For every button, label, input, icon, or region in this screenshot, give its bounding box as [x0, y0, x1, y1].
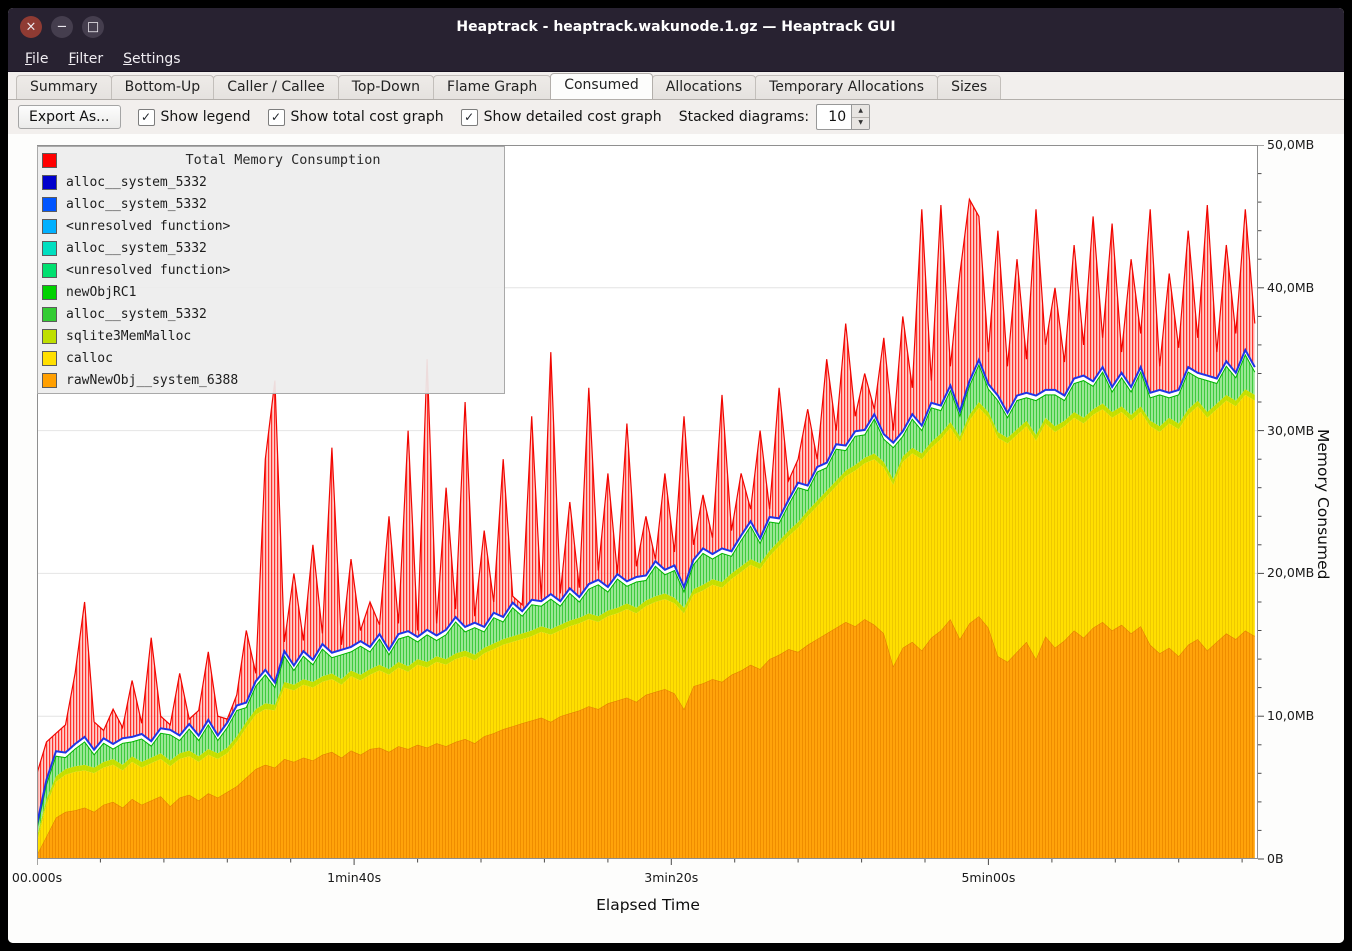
- legend-swatch: [42, 219, 57, 234]
- chevron-down-icon: ▼: [858, 120, 863, 126]
- stacked-diagrams-value[interactable]: 10: [817, 105, 851, 129]
- legend-swatch: [42, 351, 57, 366]
- legend-item: alloc__system_5332: [42, 193, 500, 215]
- chart-area: Total Memory Consumption alloc__system_5…: [8, 134, 1344, 943]
- tab-caller-callee[interactable]: Caller / Callee: [213, 75, 338, 99]
- close-button[interactable]: ×: [20, 16, 42, 38]
- show-detailed-cost-checkbox[interactable]: ✓ Show detailed cost graph: [461, 109, 662, 126]
- checkbox-check-icon: ✓: [268, 109, 285, 126]
- legend-swatch: [42, 329, 57, 344]
- legend-title: Total Memory Consumption: [66, 152, 500, 168]
- stacked-diagrams-group: Stacked diagrams: 10 ▲ ▼: [679, 104, 870, 130]
- menu-filter[interactable]: Filter: [59, 49, 112, 69]
- heaptrack-window: × − □ Heaptrack - heaptrack.wakunode.1.g…: [0, 0, 1352, 951]
- y-axis-tick-label: 50,0MB: [1267, 137, 1314, 152]
- checkbox-check-icon: ✓: [138, 109, 155, 126]
- export-as-button[interactable]: Export As...: [18, 105, 121, 129]
- window-title: Heaptrack - heaptrack.wakunode.1.gz — He…: [456, 19, 895, 35]
- x-axis-tick-label: 5min00s: [961, 870, 1015, 885]
- x-axis-tick-label: 00.000s: [12, 870, 62, 885]
- legend-swatch: [42, 197, 57, 212]
- legend-swatch: [42, 263, 57, 278]
- legend-item: <unresolved function>: [42, 259, 500, 281]
- x-axis-tick-label: 1min40s: [327, 870, 381, 885]
- legend-item: sqlite3MemMalloc: [42, 325, 500, 347]
- window-controls: × − □: [20, 8, 104, 46]
- titlebar[interactable]: × − □ Heaptrack - heaptrack.wakunode.1.g…: [8, 8, 1344, 46]
- chevron-up-icon: ▲: [858, 108, 863, 114]
- y-axis-tick-label: 40,0MB: [1267, 280, 1314, 295]
- show-total-cost-label: Show total cost graph: [291, 109, 444, 125]
- minimize-button[interactable]: −: [51, 16, 73, 38]
- legend-item: rawNewObj__system_6388: [42, 369, 500, 391]
- toolbar: Export As... ✓ Show legend ✓ Show total …: [8, 100, 1344, 134]
- menu-settings[interactable]: Settings: [114, 49, 189, 69]
- x-axis-title: Elapsed Time: [596, 896, 700, 914]
- legend-item: <unresolved function>: [42, 215, 500, 237]
- legend-item: alloc__system_5332: [42, 237, 500, 259]
- y-axis-tick-label: 30,0MB: [1267, 423, 1314, 438]
- tab-top-down[interactable]: Top-Down: [338, 75, 434, 99]
- spin-buttons: ▲ ▼: [851, 105, 869, 129]
- window-frame: × − □ Heaptrack - heaptrack.wakunode.1.g…: [8, 8, 1344, 943]
- checkbox-check-icon: ✓: [461, 109, 478, 126]
- tab-consumed[interactable]: Consumed: [550, 73, 653, 99]
- menubar: File Filter Settings: [8, 46, 1344, 72]
- tab-allocations[interactable]: Allocations: [652, 75, 756, 99]
- show-legend-checkbox[interactable]: ✓ Show legend: [138, 109, 251, 126]
- legend-swatch: [42, 285, 57, 300]
- show-detailed-cost-label: Show detailed cost graph: [484, 109, 662, 125]
- tab-flame-graph[interactable]: Flame Graph: [433, 75, 551, 99]
- legend-swatch-total: [42, 153, 57, 168]
- x-axis-tick-label: 3min20s: [644, 870, 698, 885]
- chart-legend: Total Memory Consumption alloc__system_5…: [37, 146, 505, 394]
- y-axis-tick-label: 20,0MB: [1267, 565, 1314, 580]
- show-legend-label: Show legend: [161, 109, 251, 125]
- stacked-diagrams-spinbox[interactable]: 10 ▲ ▼: [816, 104, 870, 130]
- legend-swatch: [42, 373, 57, 388]
- legend-swatch: [42, 307, 57, 322]
- minimize-icon: −: [57, 20, 68, 33]
- legend-swatch: [42, 241, 57, 256]
- y-axis-tick-label: 10,0MB: [1267, 708, 1314, 723]
- tabbar: Summary Bottom-Up Caller / Callee Top-Do…: [8, 72, 1344, 100]
- close-icon: ×: [26, 20, 37, 33]
- maximize-icon: □: [87, 20, 99, 33]
- maximize-button[interactable]: □: [82, 16, 104, 38]
- y-axis-tick-label: 0B: [1267, 851, 1284, 866]
- tab-bottom-up[interactable]: Bottom-Up: [111, 75, 215, 99]
- legend-item: alloc__system_5332: [42, 303, 500, 325]
- stacked-diagrams-label: Stacked diagrams:: [679, 109, 809, 125]
- tab-temporary-allocations[interactable]: Temporary Allocations: [755, 75, 938, 99]
- legend-title-row: Total Memory Consumption: [42, 149, 500, 171]
- spin-up-button[interactable]: ▲: [852, 105, 869, 118]
- show-total-cost-checkbox[interactable]: ✓ Show total cost graph: [268, 109, 444, 126]
- legend-item: calloc: [42, 347, 500, 369]
- legend-item: newObjRC1: [42, 281, 500, 303]
- legend-item: alloc__system_5332: [42, 171, 500, 193]
- tab-sizes[interactable]: Sizes: [937, 75, 1001, 99]
- tab-summary[interactable]: Summary: [16, 75, 112, 99]
- legend-swatch: [42, 175, 57, 190]
- menu-file[interactable]: File: [16, 49, 57, 69]
- y-axis-title: Memory Consumed: [1314, 429, 1332, 579]
- spin-down-button[interactable]: ▼: [852, 118, 869, 130]
